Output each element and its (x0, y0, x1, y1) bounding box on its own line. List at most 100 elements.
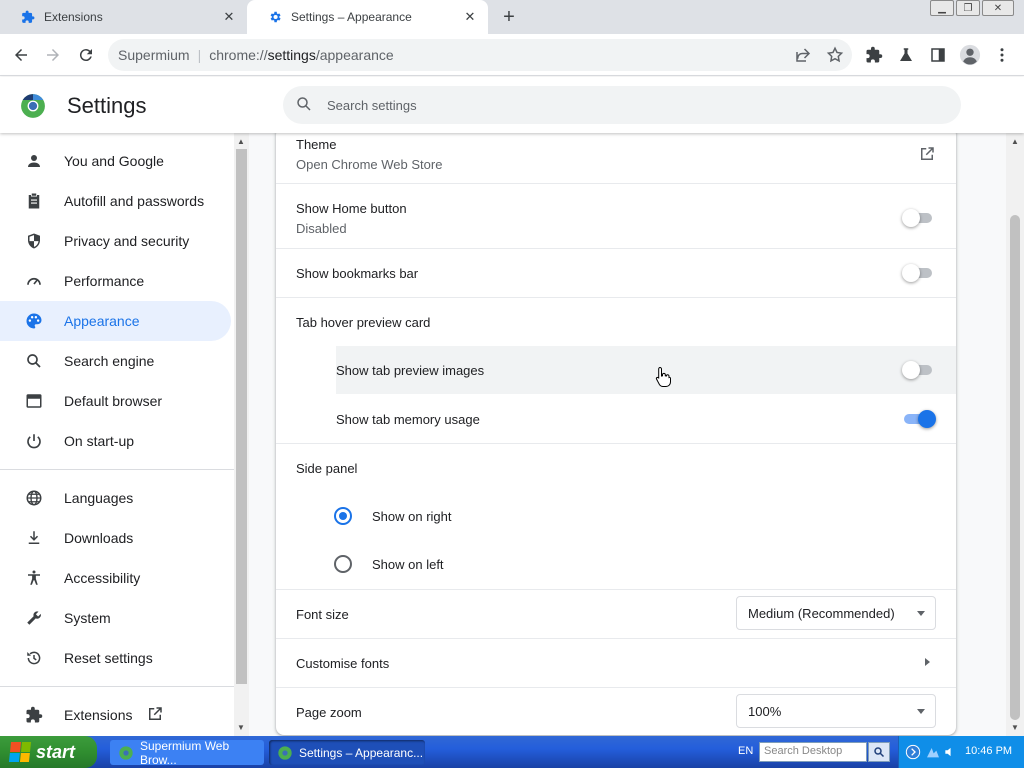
sidebar-item-label: Languages (64, 490, 134, 506)
sidebar-item-extensions[interactable]: Extensions (0, 695, 231, 735)
speedometer-icon (24, 271, 44, 291)
close-tab-icon[interactable]: ✕ (221, 9, 237, 25)
bookmarks-bar-toggle[interactable] (902, 264, 936, 282)
scrollbar-thumb[interactable] (236, 149, 247, 684)
sidebar-scrollbar[interactable]: ▲ ▼ (234, 133, 249, 736)
side-panel-icon[interactable] (926, 43, 950, 67)
font-size-label: Font size (296, 607, 349, 622)
power-icon (24, 431, 44, 451)
restore-button[interactable]: ❐ (956, 0, 980, 16)
more-menu-icon[interactable] (990, 43, 1014, 67)
scroll-down-arrow-icon[interactable]: ▼ (1011, 723, 1019, 732)
gear-icon (267, 9, 283, 25)
settings-main: Theme Open Chrome Web Store Show Home bu… (249, 133, 1006, 736)
omnibox-separator: | (197, 47, 202, 63)
forward-button[interactable] (40, 42, 66, 68)
volume-icon[interactable] (943, 744, 957, 763)
new-tab-button[interactable]: + (497, 5, 521, 29)
puzzle-icon (20, 9, 36, 25)
flask-icon[interactable] (894, 43, 918, 67)
sidebar-item-default-browser[interactable]: Default browser (0, 381, 231, 421)
supermium-icon (118, 745, 134, 761)
profile-avatar-icon[interactable] (958, 43, 982, 67)
sidebar-item-system[interactable]: System (0, 598, 231, 638)
tab-settings-appearance[interactable]: Settings – Appearance ✕ (247, 0, 488, 34)
scroll-up-arrow-icon[interactable]: ▲ (1011, 137, 1019, 146)
tab-preview-images-row[interactable]: Show tab preview images (276, 346, 956, 394)
appearance-card: Theme Open Chrome Web Store Show Home bu… (276, 133, 956, 735)
scrollbar-thumb[interactable] (1010, 215, 1020, 720)
font-size-select[interactable]: Medium (Recommended) (736, 596, 936, 630)
customise-fonts-row[interactable]: Customise fonts (276, 639, 956, 687)
font-size-row: Font size Medium (Recommended) (276, 590, 956, 638)
scroll-up-arrow-icon[interactable]: ▲ (237, 137, 245, 146)
side-panel-right-option[interactable]: Show on right (276, 492, 956, 540)
radio-show-on-right[interactable] (334, 507, 352, 525)
share-icon[interactable] (794, 46, 812, 67)
sidebar-divider (0, 469, 234, 470)
bookmarks-bar-label: Show bookmarks bar (296, 266, 419, 281)
back-button[interactable] (8, 42, 34, 68)
sidebar-item-accessibility[interactable]: Accessibility (0, 558, 231, 598)
sidebar-item-on-startup[interactable]: On start-up (0, 421, 231, 461)
desktop-search-button[interactable] (868, 742, 890, 762)
tab-label: Extensions (44, 10, 103, 24)
address-bar[interactable]: Supermium | chrome://settings/appearance (108, 39, 852, 71)
sidebar-item-label: Performance (64, 273, 145, 289)
scroll-down-arrow-icon[interactable]: ▼ (237, 723, 245, 732)
sidebar-item-performance[interactable]: Performance (0, 261, 231, 301)
sidebar-item-label: System (64, 610, 111, 626)
sidebar-divider (0, 686, 234, 687)
sidebar-item-label: Accessibility (64, 570, 141, 586)
sidebar-item-you-and-google[interactable]: You and Google (0, 141, 231, 181)
sidebar-item-reset[interactable]: Reset settings (0, 638, 231, 678)
tab-memory-usage-row[interactable]: Show tab memory usage (276, 395, 956, 443)
home-button-label: Show Home button (296, 201, 407, 216)
sidebar-item-label: Autofill and passwords (64, 193, 205, 209)
tab-preview-images-toggle[interactable] (902, 361, 936, 379)
page-zoom-select[interactable]: 100% (736, 694, 936, 728)
start-button[interactable]: start (0, 736, 97, 768)
bookmarks-bar-row[interactable]: Show bookmarks bar (276, 249, 956, 297)
sidebar-item-privacy[interactable]: Privacy and security (0, 221, 231, 261)
sidebar-item-label: On start-up (64, 433, 135, 449)
desktop-search-input[interactable]: Search Desktop (759, 742, 867, 762)
side-panel-label: Side panel (296, 461, 358, 476)
minimize-button[interactable]: ▁ (930, 0, 954, 16)
external-link-icon (146, 705, 164, 726)
sidebar-item-appearance[interactable]: Appearance (0, 301, 231, 341)
home-button-toggle[interactable] (902, 209, 936, 227)
page-zoom-label: Page zoom (296, 705, 362, 720)
person-icon (24, 151, 44, 171)
taskbar-item-settings[interactable]: Settings – Appearanc... (269, 740, 425, 765)
back-arrow-icon (15, 49, 27, 61)
side-panel-section: Side panel (276, 444, 956, 492)
radio-show-on-left[interactable] (334, 555, 352, 573)
main-scrollbar[interactable]: ▲ ▼ (1006, 133, 1024, 736)
bookmark-star-icon[interactable] (826, 46, 844, 67)
theme-row[interactable]: Theme Open Chrome Web Store (276, 133, 956, 183)
side-panel-left-option[interactable]: Show on left (276, 540, 956, 588)
tab-preview-images-label: Show tab preview images (336, 363, 485, 378)
shield-icon (24, 231, 44, 251)
home-button-row[interactable]: Show Home button Disabled (276, 184, 956, 248)
external-link-icon[interactable] (918, 145, 936, 166)
language-indicator[interactable]: EN (738, 745, 753, 757)
sidebar-item-languages[interactable]: Languages (0, 478, 231, 518)
sidebar-item-search-engine[interactable]: Search engine (0, 341, 231, 381)
tab-memory-usage-label: Show tab memory usage (336, 412, 480, 427)
tab-extensions[interactable]: Extensions ✕ (0, 0, 247, 34)
extensions-puzzle-icon[interactable] (862, 43, 886, 67)
network-icon[interactable] (925, 744, 941, 763)
tray-arrow-icon[interactable] (905, 744, 921, 763)
close-window-button[interactable]: ✕ (982, 0, 1014, 16)
tab-memory-usage-toggle[interactable] (902, 410, 936, 428)
reload-button[interactable] (73, 42, 99, 68)
sidebar-item-downloads[interactable]: Downloads (0, 518, 231, 558)
tab-hover-section: Tab hover preview card (276, 298, 956, 346)
close-tab-icon[interactable]: ✕ (462, 9, 478, 25)
sidebar-item-autofill[interactable]: Autofill and passwords (0, 181, 231, 221)
search-settings-input[interactable]: Search settings (283, 86, 961, 124)
clock[interactable]: 10:46 PM (965, 745, 1012, 757)
taskbar-item-supermium[interactable]: Supermium Web Brow... (110, 739, 264, 767)
